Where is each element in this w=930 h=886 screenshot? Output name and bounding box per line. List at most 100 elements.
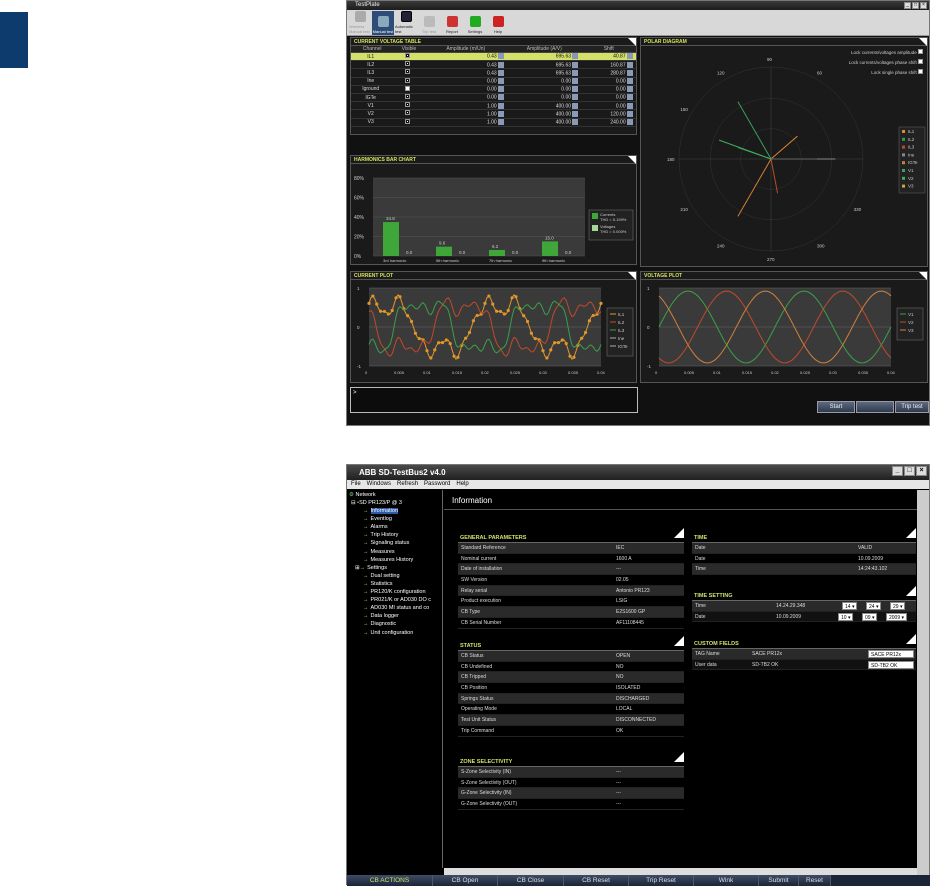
stepper-icon[interactable] bbox=[498, 53, 505, 60]
visible-checkbox[interactable] bbox=[404, 85, 410, 91]
minimize-button[interactable]: _ bbox=[904, 2, 911, 9]
channel-row[interactable]: IL1 0.43 695.63 40.87 bbox=[351, 52, 636, 62]
tree-item[interactable]: → Statistics bbox=[363, 580, 393, 588]
report-button[interactable]: Report bbox=[441, 11, 463, 35]
trip-test-button[interactable]: Trip test bbox=[418, 11, 440, 35]
tree-item[interactable]: → PR120/K configuration bbox=[363, 588, 426, 596]
tree-device[interactable]: ⊟ ▪SD PR123/P @ 3 bbox=[351, 499, 402, 507]
day-select[interactable]: 10 ▾ bbox=[838, 612, 854, 621]
visible-checkbox[interactable] bbox=[404, 110, 410, 116]
submit-button[interactable]: Submit bbox=[759, 875, 799, 886]
stepper-icon[interactable] bbox=[572, 53, 579, 60]
channel-row[interactable]: V3 1.00 400.00 240.00 bbox=[351, 118, 636, 127]
close-button[interactable]: × bbox=[920, 2, 927, 9]
vertical-scrollbar[interactable] bbox=[917, 490, 929, 875]
stepper-icon[interactable] bbox=[627, 94, 633, 101]
tree-item[interactable]: → Signaling status bbox=[363, 539, 409, 547]
stepper-icon[interactable] bbox=[498, 102, 505, 109]
minute-select[interactable]: 24 ▾ bbox=[866, 601, 882, 610]
hour-select[interactable]: 14 ▾ bbox=[842, 601, 858, 610]
stepper-icon[interactable] bbox=[572, 77, 579, 84]
stop-button[interactable] bbox=[856, 401, 894, 413]
visible-checkbox[interactable] bbox=[404, 53, 410, 59]
second-select[interactable]: 29 ▾ bbox=[890, 601, 906, 610]
visible-checkbox[interactable] bbox=[404, 61, 410, 67]
menu-refresh[interactable]: Refresh bbox=[397, 480, 418, 489]
stepper-icon[interactable] bbox=[627, 86, 633, 93]
minimize-button[interactable]: _ bbox=[892, 466, 903, 476]
tree-item[interactable]: → Alarms bbox=[363, 523, 388, 531]
menu-file[interactable]: File bbox=[351, 480, 361, 489]
start-button[interactable]: Start bbox=[817, 401, 855, 413]
visible-checkbox[interactable] bbox=[404, 69, 410, 75]
channel-row[interactable]: Ine 0.00 0.00 0.00 bbox=[351, 77, 636, 86]
stepper-icon[interactable] bbox=[572, 102, 579, 109]
stepper-icon[interactable] bbox=[627, 53, 633, 60]
channel-row[interactable]: V2 1.00 400.00 120.00 bbox=[351, 109, 636, 119]
menu-password[interactable]: Password bbox=[424, 480, 450, 489]
channel-row[interactable]: IL3 0.43 695.63 280.87 bbox=[351, 68, 636, 78]
stepper-icon[interactable] bbox=[572, 110, 579, 117]
channel-row[interactable]: IL2 0.43 695.63 160.87 bbox=[351, 60, 636, 70]
tree-item[interactable]: → AD030 MI status and co bbox=[363, 604, 429, 612]
tree-item[interactable]: ⊞→ Settings bbox=[355, 564, 387, 572]
reset-button[interactable]: Reset bbox=[799, 875, 831, 886]
month-select[interactable]: 09 ▾ bbox=[862, 612, 878, 621]
stepper-icon[interactable] bbox=[627, 61, 633, 68]
stepper-icon[interactable] bbox=[498, 61, 505, 68]
visible-checkbox[interactable] bbox=[404, 94, 410, 100]
stepper-icon[interactable] bbox=[572, 69, 579, 76]
maximize-button[interactable]: □ bbox=[912, 2, 919, 9]
tree-root-network[interactable]: ⚙ Network bbox=[349, 491, 376, 499]
tree-item[interactable]: → Data logger bbox=[363, 612, 399, 620]
stepper-icon[interactable] bbox=[572, 118, 579, 125]
tree-item[interactable]: → PR021/K or AD030 DO c bbox=[363, 596, 431, 604]
settings-button[interactable]: Settings bbox=[464, 11, 486, 35]
stepper-icon[interactable] bbox=[627, 110, 633, 117]
year-select[interactable]: 2009 ▾ bbox=[886, 612, 908, 621]
horizontal-scrollbar[interactable] bbox=[444, 868, 917, 875]
channel-row[interactable]: Iground 0.00 0.00 0.00 bbox=[351, 85, 636, 94]
stepper-icon[interactable] bbox=[627, 102, 633, 109]
tree-item[interactable]: → Dual setting bbox=[363, 572, 400, 580]
stepper-icon[interactable] bbox=[498, 118, 505, 125]
expand-icon[interactable]: ⊞ bbox=[355, 565, 360, 571]
collapse-icon[interactable]: ⊟ bbox=[351, 500, 356, 506]
close-button[interactable]: × bbox=[916, 466, 927, 476]
stepper-icon[interactable] bbox=[498, 86, 505, 93]
stepper-icon[interactable] bbox=[498, 69, 505, 76]
tree-item[interactable]: → Unit configuration bbox=[363, 629, 413, 637]
stepper-icon[interactable] bbox=[627, 77, 633, 84]
tree-item[interactable]: → Trip History bbox=[363, 531, 398, 539]
tree-item[interactable]: → Measures History bbox=[363, 556, 413, 564]
channel-row[interactable]: IGTe 0.00 0.00 0.00 bbox=[351, 93, 636, 103]
help-button[interactable]: Help bbox=[487, 11, 509, 35]
visible-checkbox[interactable] bbox=[404, 102, 410, 108]
tree-item[interactable]: → Diagnostic bbox=[363, 620, 396, 628]
wireless-test-button[interactable]: Wireless Manual test bbox=[349, 11, 371, 35]
menu-help[interactable]: Help bbox=[456, 480, 468, 489]
stepper-icon[interactable] bbox=[572, 61, 579, 68]
stepper-icon[interactable] bbox=[627, 69, 633, 76]
log-area[interactable]: > bbox=[350, 387, 638, 413]
trip-reset-button[interactable]: Trip Reset bbox=[629, 875, 694, 886]
manual-test-button[interactable]: Manual test bbox=[372, 11, 394, 35]
stepper-icon[interactable] bbox=[498, 110, 505, 117]
trip-test-run-button[interactable]: Trip test bbox=[895, 401, 929, 413]
tree-item[interactable]: → Eventlog bbox=[363, 515, 392, 523]
stepper-icon[interactable] bbox=[572, 94, 579, 101]
user-data-input[interactable]: SD-TB2 OK bbox=[868, 660, 914, 669]
cb-close-button[interactable]: CB Close bbox=[498, 875, 564, 886]
stepper-icon[interactable] bbox=[572, 86, 579, 93]
visible-checkbox[interactable] bbox=[404, 118, 410, 124]
automatic-test-button[interactable]: Automatic test bbox=[395, 11, 417, 35]
stepper-icon[interactable] bbox=[498, 77, 505, 84]
channel-row[interactable]: V1 1.00 400.00 0.00 bbox=[351, 101, 636, 111]
menu-windows[interactable]: Windows bbox=[367, 480, 391, 489]
stepper-icon[interactable] bbox=[498, 94, 505, 101]
wink-button[interactable]: Wink bbox=[694, 875, 759, 886]
cb-reset-button[interactable]: CB Reset bbox=[564, 875, 629, 886]
tree-item[interactable]: → Measures bbox=[363, 548, 395, 556]
tag-name-input[interactable]: SACE PR12x bbox=[868, 649, 914, 658]
stepper-icon[interactable] bbox=[627, 118, 633, 125]
